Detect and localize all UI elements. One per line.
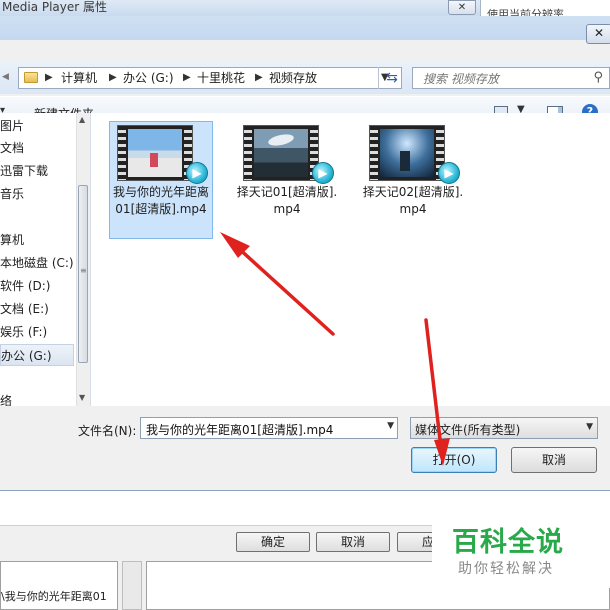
nav-item[interactable]: 文档 (0, 137, 74, 159)
address-bar-row: ◀ ▶ 计算机 ▶ 办公 (G:) ▶ 十里桃花 ▶ 视频存放 ▼ ⇆ ⚲ (0, 62, 610, 94)
filetype-value: 媒体文件(所有类型) (415, 423, 521, 437)
chevron-right-icon[interactable]: ▶ (255, 71, 263, 85)
watermark: 百科全说 助你轻松解决 (432, 512, 610, 588)
breadcrumb-drive-g[interactable]: 办公 (G:) (123, 71, 174, 85)
breadcrumb-folder-shilitaohua[interactable]: 十里桃花 (197, 71, 245, 85)
navigation-pane: 图片 文档 迅雷下载 音乐算机 本地磁盘 (C:) 软件 (D:) 文档 (E:) 娱乐 (F… (0, 113, 91, 406)
scroll-down-arrow-icon[interactable]: ▼ (79, 393, 85, 402)
breadcrumb[interactable]: ▶ 计算机 ▶ 办公 (G:) ▶ 十里桃花 ▶ 视频存放 ▼ (18, 67, 402, 89)
nav-item[interactable]: 音乐 (0, 183, 74, 205)
search-icon[interactable]: ⚲ (593, 70, 603, 85)
scroll-up-arrow-icon[interactable]: ▲ (79, 115, 85, 124)
nav-item[interactable]: 文档 (E:) (0, 298, 74, 320)
filename-input[interactable] (144, 419, 376, 439)
open-button[interactable]: 打开(O) (411, 447, 497, 473)
filename-label: 文件名(N): (78, 424, 137, 438)
nav-item[interactable]: 迅雷下载 (0, 160, 74, 182)
refresh-button[interactable]: ⇆ (378, 67, 405, 89)
chevron-right-icon[interactable]: ▶ (109, 71, 117, 85)
nav-item[interactable] (0, 206, 74, 228)
back-chevron-icon[interactable]: ◀ (2, 69, 11, 85)
filename-combobox[interactable]: ▼ (140, 417, 398, 439)
search-input[interactable] (421, 69, 575, 89)
file-name: 择天记02[超清版].mp4 (362, 185, 464, 216)
background-scrollbar[interactable] (122, 561, 142, 610)
file-list-pane: ▶ 我与你的光年距离01[超清版].mp4 ▶ 择天记01[超清版].mp4 ▶… (91, 113, 610, 406)
background-window-title: Media Player 属性 (2, 0, 108, 14)
refresh-icon: ⇆ (386, 70, 398, 86)
nav-item[interactable]: 办公 (G:) (0, 344, 74, 366)
file-item[interactable]: ▶ 择天记01[超清版].mp4 (235, 121, 339, 239)
chevron-right-icon[interactable]: ▶ (183, 71, 191, 85)
breadcrumb-computer[interactable]: 计算机 (61, 71, 97, 85)
file-name: 我与你的光年距离01[超清版].mp4 (112, 185, 209, 216)
folder-icon (24, 72, 38, 83)
chevron-down-icon[interactable]: ▼ (586, 422, 593, 432)
nav-item[interactable]: 络 (0, 390, 74, 406)
breadcrumb-folder-videos[interactable]: 视频存放 (269, 71, 317, 85)
cancel-button[interactable]: 取消 (511, 447, 597, 473)
nav-item[interactable]: 软件 (D:) (0, 275, 74, 297)
chevron-down-icon[interactable]: ▼ (387, 421, 394, 431)
watermark-title: 百科全说 (452, 527, 564, 558)
file-item[interactable]: ▶ 择天记02[超清版].mp4 (361, 121, 465, 239)
video-thumbnail (117, 125, 193, 181)
chevron-right-icon[interactable]: ▶ (45, 71, 53, 85)
nav-item[interactable]: 图片 (0, 115, 74, 137)
dialog-footer: 文件名(N): ▼ 媒体文件(所有类型) ▼ 打开(O) 取消 (0, 406, 610, 490)
media-player-icon: ▶ (312, 162, 334, 184)
nav-item[interactable]: 算机 (0, 229, 74, 251)
background-file-list[interactable]: \我与你的光年距离01 (0, 561, 118, 610)
nav-item[interactable]: 本地磁盘 (C:) (0, 252, 74, 274)
background-window-close-button[interactable]: ✕ (448, 0, 476, 15)
nav-item[interactable]: 娱乐 (F:) (0, 321, 74, 343)
filetype-select[interactable]: 媒体文件(所有类型) ▼ (410, 417, 598, 439)
video-thumbnail (369, 125, 445, 181)
video-thumbnail (243, 125, 319, 181)
grip-icon: ≡ (80, 266, 87, 275)
navigation-scrollbar-thumb[interactable]: ≡ (78, 185, 88, 363)
dialog-close-button[interactable]: ✕ (586, 24, 610, 44)
ok-button[interactable]: 确定 (236, 532, 310, 552)
background-cancel-button[interactable]: 取消 (316, 532, 390, 552)
background-file-list-item: \我与你的光年距离01 (1, 590, 107, 603)
background-window-titlebar: Media Player 属性 (0, 0, 480, 17)
search-box[interactable]: ⚲ (412, 67, 610, 89)
media-player-icon: ▶ (186, 162, 208, 184)
nav-item[interactable] (0, 367, 74, 389)
watermark-subtitle: 助你轻松解决 (458, 561, 554, 577)
media-player-icon: ▶ (438, 162, 460, 184)
file-name: 择天记01[超清版].mp4 (236, 185, 338, 216)
file-item[interactable]: ▶ 我与你的光年距离01[超清版].mp4 (109, 121, 213, 239)
